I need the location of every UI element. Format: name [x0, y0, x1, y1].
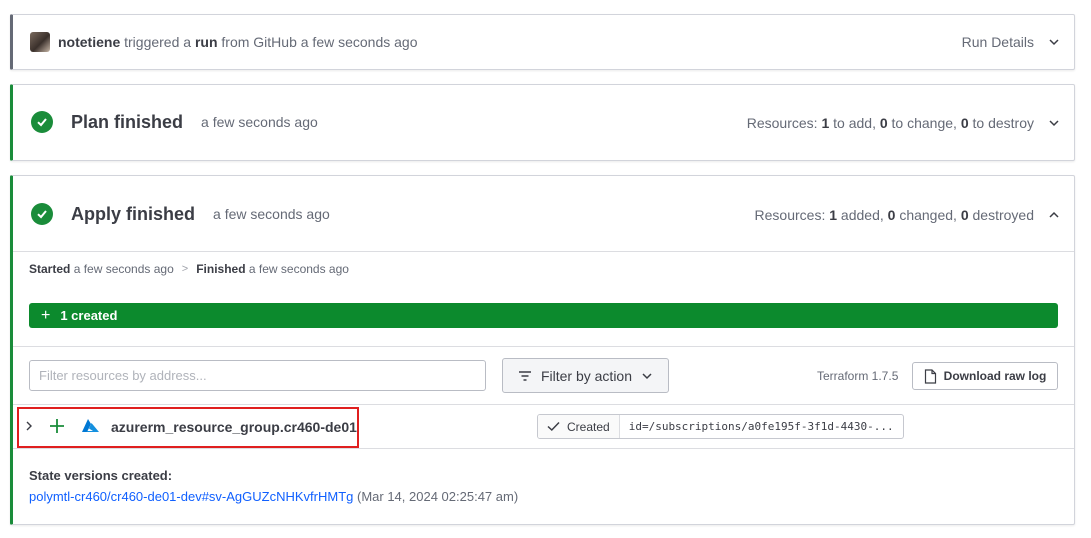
filter-resources-input[interactable] — [29, 360, 486, 391]
chevron-down-icon[interactable] — [1048, 117, 1060, 129]
resource-row[interactable]: azurerm_resource_group.cr460-de01 Create… — [13, 405, 1074, 448]
status-created: Created — [538, 415, 620, 438]
separator-arrow-icon: > — [181, 263, 189, 275]
finished-label: Finished — [196, 262, 246, 276]
chevron-down-icon — [642, 372, 652, 379]
add-count: 1 — [821, 115, 830, 131]
state-version-line: polymtl-cr460/cr460-de01-dev#sv-AgGUZcNH… — [29, 489, 518, 504]
divider — [13, 448, 1074, 449]
run-trigger-text: notetiene triggered a run from GitHub a … — [58, 34, 418, 50]
from-text: from GitHub a few seconds ago — [221, 34, 418, 50]
finished-time: a few seconds ago — [248, 262, 349, 276]
changed-text: changed, — [899, 207, 957, 223]
status-label: Created — [567, 419, 610, 434]
added-count: 1 — [829, 207, 838, 223]
apply-time: a few seconds ago — [213, 206, 330, 222]
started-time: a few seconds ago — [73, 262, 174, 276]
divider — [13, 346, 1074, 347]
run-link[interactable]: run — [195, 34, 218, 50]
download-raw-log-label: Download raw log — [943, 369, 1047, 383]
plan-card[interactable]: Plan finished a few seconds ago Resource… — [10, 84, 1075, 161]
started-info: Started a few seconds ago — [29, 262, 174, 276]
apply-resources-summary: Resources: 1 added, 0 changed, 0 destroy… — [755, 207, 1034, 223]
divider — [13, 251, 1074, 252]
resource-status-box: Created id=/subscriptions/a0fe195f-3f1d-… — [537, 414, 904, 439]
trigger-user[interactable]: notetiene — [58, 34, 120, 50]
finished-info: Finished a few seconds ago — [196, 262, 349, 276]
change-text: to change, — [891, 115, 957, 131]
user-avatar — [30, 32, 50, 52]
plus-icon: + — [41, 306, 51, 324]
resources-prefix: Resources: — [746, 115, 818, 131]
changed-count: 0 — [887, 207, 896, 223]
check-circle-icon — [31, 203, 53, 225]
filter-by-action-button[interactable]: Filter by action — [502, 358, 669, 393]
created-summary-bar[interactable]: + 1 created — [29, 303, 1058, 328]
file-icon — [924, 368, 936, 384]
filter-by-action-label: Filter by action — [540, 367, 633, 384]
created-bar-label: 1 created — [60, 308, 118, 323]
plan-title: Plan finished — [71, 111, 184, 132]
run-header-card[interactable]: notetiene triggered a run from GitHub a … — [10, 14, 1075, 70]
run-details-label[interactable]: Run Details — [962, 34, 1034, 50]
resource-id: id=/subscriptions/a0fe195f-3f1d-4430-... — [628, 420, 894, 433]
added-text: added, — [840, 207, 884, 223]
checkmark-icon — [547, 421, 560, 432]
destroyed-count: 0 — [960, 207, 969, 223]
state-version-date: (Mar 14, 2024 02:25:47 am) — [357, 489, 519, 504]
state-versions-label: State versions created: — [29, 468, 173, 483]
chevron-down-icon[interactable] — [1048, 36, 1060, 48]
resources-prefix: Resources: — [754, 207, 826, 223]
apply-title: Apply finished — [71, 203, 196, 224]
plan-time: a few seconds ago — [201, 114, 318, 130]
resource-address[interactable]: azurerm_resource_group.cr460-de01 — [111, 419, 357, 435]
apply-card: Apply finished a few seconds ago Resourc… — [10, 175, 1075, 525]
add-text: to add, — [833, 115, 876, 131]
state-version-link[interactable]: polymtl-cr460/cr460-de01-dev#sv-AgGUZcNH… — [29, 489, 353, 504]
destroy-text: to destroy — [972, 115, 1034, 131]
destroyed-text: destroyed — [972, 207, 1034, 223]
plan-resources-summary: Resources: 1 to add, 0 to change, 0 to d… — [747, 115, 1034, 131]
timeline: Started a few seconds ago > Finished a f… — [29, 262, 349, 276]
filter-icon — [518, 370, 531, 381]
download-raw-log-button[interactable]: Download raw log — [912, 362, 1058, 390]
chevron-right-icon[interactable] — [25, 420, 33, 432]
destroy-count: 0 — [960, 115, 969, 131]
check-circle-icon — [31, 111, 53, 133]
change-count: 0 — [879, 115, 888, 131]
azure-icon — [82, 419, 99, 432]
triggered-text: triggered a — [124, 34, 192, 50]
terraform-version: Terraform 1.7.5 — [817, 369, 899, 383]
chevron-up-icon[interactable] — [1048, 209, 1060, 221]
plus-icon — [50, 419, 64, 433]
started-label: Started — [29, 262, 71, 276]
